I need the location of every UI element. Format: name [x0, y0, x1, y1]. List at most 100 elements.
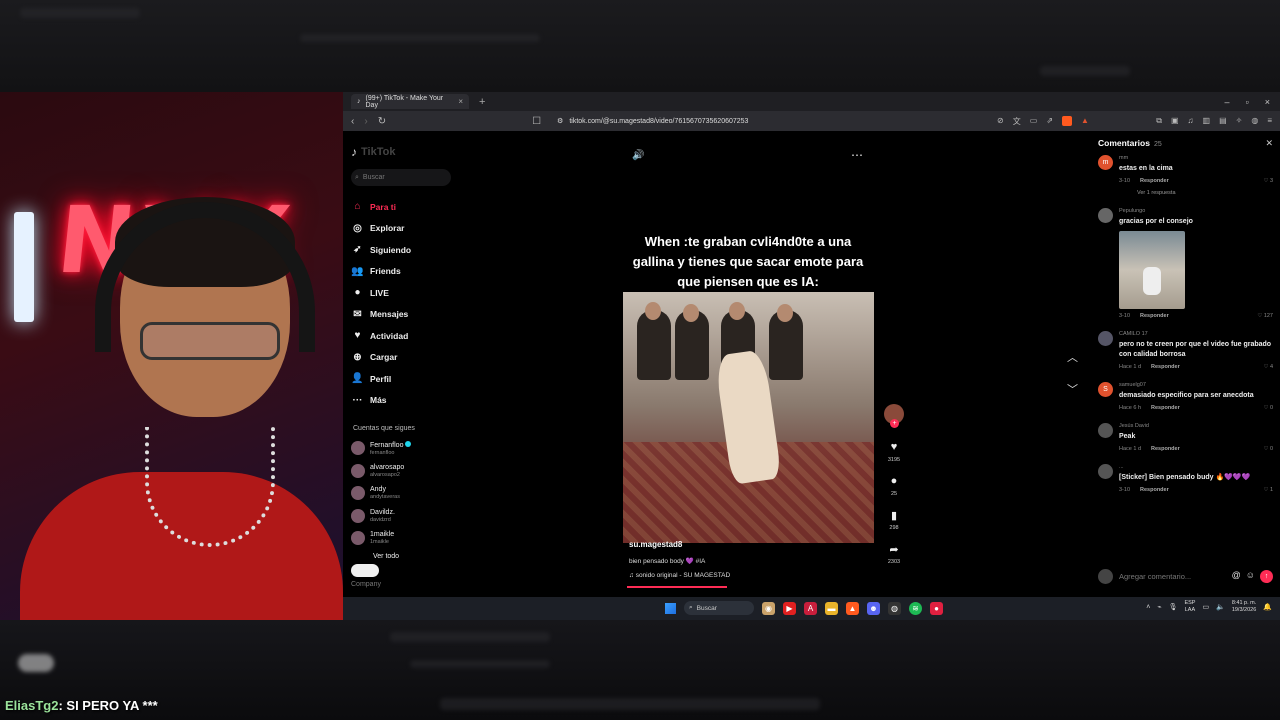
reload-icon[interactable]: ↻ — [378, 116, 386, 127]
puzzle-icon[interactable]: ✧ — [1236, 116, 1243, 126]
reply-button[interactable]: Responder — [1140, 487, 1169, 493]
extension-icon[interactable]: ⧉ — [1156, 116, 1162, 126]
comment-input[interactable]: Agregar comentario... @ ☺ ↑ — [1098, 569, 1273, 584]
discord-icon[interactable]: ☻ — [867, 601, 880, 615]
reply-button[interactable]: Responder — [1151, 405, 1180, 411]
maximize-icon[interactable]: ▫ — [1246, 97, 1249, 107]
nav-item-perfil[interactable]: 👤 Perfil — [351, 368, 456, 390]
mic-icon[interactable]: 🎙 — [1169, 603, 1178, 611]
nav-item-mensajes[interactable]: ✉ Mensajes — [351, 304, 456, 326]
reply-button[interactable]: Responder — [1140, 313, 1169, 319]
theme-toggle[interactable] — [351, 563, 379, 577]
close-comments-icon[interactable]: ✕ — [1265, 138, 1273, 149]
obs-icon[interactable]: ◍ — [888, 601, 901, 615]
brave-icon[interactable]: ▲ — [846, 601, 859, 615]
display-icon[interactable]: ▭ — [1202, 603, 1209, 611]
sidebar-icon[interactable]: ▥ — [1203, 116, 1211, 126]
bookmark-icon[interactable]: ▮ — [881, 509, 907, 522]
nav-item-live[interactable]: ● LIVE — [351, 282, 456, 304]
network-icon[interactable]: ⌁ — [1157, 603, 1161, 611]
comment-likes[interactable]: ♡ 127 — [1257, 313, 1273, 319]
vpn-icon[interactable]: ◍ — [1251, 116, 1258, 126]
creator-avatar[interactable]: + — [884, 404, 904, 428]
volume-icon[interactable]: 🔈 — [1216, 603, 1225, 611]
video-player[interactable] — [623, 292, 874, 543]
reply-button[interactable]: Responder — [1151, 364, 1180, 370]
see-all-link[interactable]: Ver todo — [373, 553, 456, 560]
send-icon[interactable]: ↑ — [1260, 570, 1273, 583]
follow-plus-icon[interactable]: + — [890, 419, 899, 428]
new-tab-icon[interactable]: + — [479, 96, 485, 108]
nav-item-siguiendo[interactable]: ➶ Siguiendo — [351, 239, 456, 261]
wallet-icon[interactable]: ▤ — [1219, 116, 1227, 126]
video-sound[interactable]: ♫ sonido original - SU MAGESTAD — [629, 572, 730, 579]
followed-account[interactable]: 1maikle 1maikle — [351, 527, 456, 550]
comment-likes[interactable]: ♡ 3 — [1263, 178, 1273, 184]
like-icon[interactable]: ♥ — [881, 441, 907, 453]
tab-tiktok[interactable]: ♪ (99+) TikTok - Make Your Day × — [351, 94, 469, 109]
bookmark-icon[interactable]: ☐ — [532, 116, 541, 127]
search-input[interactable]: ⌕ Buscar — [351, 169, 451, 186]
followed-account[interactable]: Davildz. davidzrd — [351, 505, 456, 528]
avatar[interactable] — [1098, 331, 1113, 346]
clock[interactable]: 8:41 p. m. 19/3/2026 — [1232, 600, 1256, 614]
reply-button[interactable]: Responder — [1140, 178, 1169, 184]
avatar[interactable]: m — [1098, 155, 1113, 170]
next-video-icon[interactable]: ﹀ — [1067, 374, 1078, 406]
youtube-icon[interactable]: ▶ — [783, 601, 796, 615]
followed-account[interactable]: Fernanfloo fernanfloo — [351, 437, 456, 460]
mention-icon[interactable]: @ — [1232, 570, 1241, 583]
comment-likes[interactable]: ♡ 4 — [1263, 364, 1273, 370]
comment-likes[interactable]: ♡ 0 — [1263, 446, 1273, 452]
volume-icon[interactable]: 🔊 — [632, 150, 644, 161]
music-icon[interactable]: ♫ — [1188, 116, 1194, 126]
comment-username[interactable]: ... — [1119, 464, 1273, 470]
followed-account[interactable]: alvarosapo alvarosapo2 — [351, 460, 456, 483]
cast-icon[interactable]: ▭ — [1030, 116, 1038, 127]
back-icon[interactable]: ‹ — [351, 116, 354, 127]
comment-username[interactable]: Jesús David — [1119, 423, 1273, 429]
nav-item-más[interactable]: ··· Más — [351, 390, 456, 412]
share-icon[interactable]: ⇗ — [1046, 116, 1053, 127]
avatar[interactable] — [1098, 423, 1113, 438]
comment-likes[interactable]: ♡ 1 — [1263, 487, 1273, 493]
comment-username[interactable]: CAMILO 17 — [1119, 331, 1273, 337]
forward-icon[interactable]: › — [364, 116, 367, 127]
nav-item-para-ti[interactable]: ⌂ Para ti — [351, 196, 456, 218]
nav-item-actividad[interactable]: ♥ Actividad — [351, 325, 456, 347]
see-replies-link[interactable]: Ver 1 respuesta — [1137, 190, 1273, 196]
taskbar-search[interactable]: ⌕ Buscar — [684, 601, 754, 615]
close-tab-icon[interactable]: × — [458, 97, 463, 106]
video-progress-bar[interactable] — [627, 586, 727, 588]
widget-icon[interactable]: ◉ — [762, 601, 775, 615]
app-icon[interactable]: A — [804, 601, 817, 615]
avatar[interactable] — [1098, 208, 1113, 223]
extension-icon[interactable]: ▣ — [1171, 116, 1179, 126]
spotify-icon[interactable]: ≋ — [909, 601, 922, 615]
more-options-icon[interactable]: ⋯ — [851, 148, 863, 162]
nav-item-cargar[interactable]: ⊕ Cargar — [351, 347, 456, 369]
translate-icon[interactable]: 文 — [1013, 116, 1021, 127]
company-link[interactable]: Company — [351, 581, 456, 588]
minimize-icon[interactable]: – — [1225, 97, 1230, 107]
emoji-icon[interactable]: ☺ — [1246, 570, 1255, 583]
file-explorer-icon[interactable]: ▬ — [825, 601, 838, 615]
avatar[interactable] — [1098, 464, 1113, 479]
language-indicator[interactable]: ESP LAA — [1184, 600, 1195, 614]
tray-chevron-icon[interactable]: ˄ — [1146, 604, 1150, 611]
video-username[interactable]: su.magestad8 — [629, 540, 730, 549]
comment-image[interactable] — [1119, 231, 1185, 309]
menu-icon[interactable]: ≡ — [1267, 116, 1272, 126]
comment-icon[interactable]: ● — [881, 475, 907, 487]
site-info-icon[interactable]: ⚙ — [557, 117, 563, 125]
close-window-icon[interactable]: × — [1265, 97, 1270, 107]
nav-item-friends[interactable]: 👥 Friends — [351, 261, 456, 283]
comment-likes[interactable]: ♡ 0 — [1263, 405, 1273, 411]
app-icon[interactable]: ● — [930, 601, 943, 615]
avatar[interactable]: S — [1098, 382, 1113, 397]
comment-username[interactable]: Pepulungo — [1119, 208, 1273, 214]
brave-shield-icon[interactable] — [1062, 115, 1073, 126]
comment-username[interactable]: samuelg07 — [1119, 382, 1273, 388]
followed-account[interactable]: Andy andytaveras — [351, 482, 456, 505]
share-icon[interactable]: ➦ — [881, 543, 907, 556]
